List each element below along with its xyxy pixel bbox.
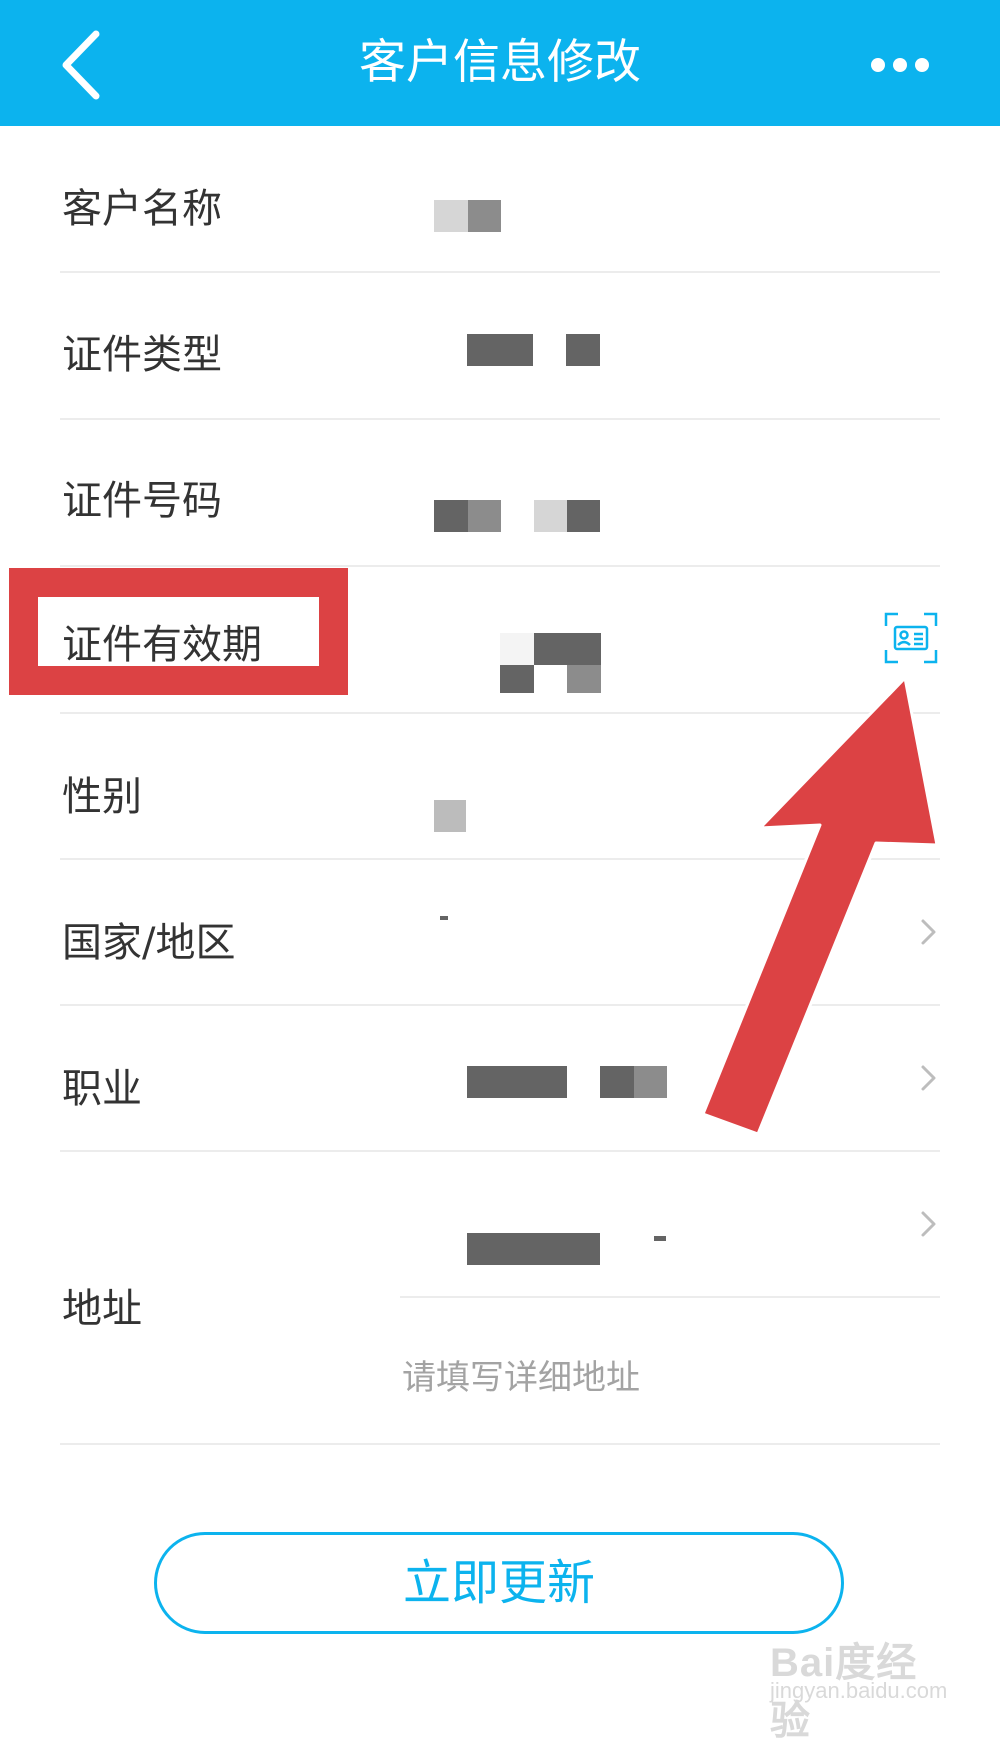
address-divider [400,1296,940,1298]
field-label-id-number: 证件号码 [62,478,222,524]
redacted-block [434,200,468,232]
redacted-block [654,1236,666,1241]
redacted-block [500,665,534,693]
redacted-block [467,1066,567,1098]
row-divider [60,1004,940,1006]
redacted-block [600,1066,634,1098]
redacted-block [468,200,501,232]
field-label-id-validity: 证件有效期 [62,622,262,668]
redacted-block [500,633,534,665]
row-divider [60,1443,940,1445]
watermark-url: jingyan.baidu.com [770,1678,948,1703]
update-now-button[interactable]: 立即更新 [154,1532,844,1634]
row-divider [60,1150,940,1152]
address-detail-input[interactable]: 请填写详细地址 [402,1350,640,1399]
chevron-right-icon[interactable] [918,1209,938,1239]
row-divider [60,271,940,273]
top-bar: 客户信息修改 [0,0,1000,126]
redacted-block [467,334,533,366]
field-label-address: 地址 [62,1286,142,1332]
redacted-block [567,500,600,532]
redacted-block [567,665,601,693]
redacted-block [434,800,466,832]
chevron-right-icon[interactable] [918,917,938,947]
redacted-block [468,500,501,532]
row-divider [60,858,940,860]
watermark: Bai度经验 jingyan.baidu.com [770,1630,950,1743]
redacted-block [534,500,567,532]
page-title: 客户信息修改 [359,35,641,90]
redacted-block [467,1233,600,1265]
redacted-block [434,500,468,532]
redacted-block [440,916,448,920]
more-dots-icon[interactable] [868,50,932,80]
field-label-occupation: 职业 [62,1066,142,1112]
redacted-block [534,633,601,665]
redacted-block [634,1066,667,1098]
chevron-right-icon[interactable] [918,1063,938,1093]
id-card-scan-icon[interactable] [884,612,938,664]
field-label-gender: 性别 [62,774,142,820]
field-label-country-region: 国家/地区 [62,920,236,966]
row-divider [60,418,940,420]
row-divider [60,565,940,567]
field-label-customer-name: 客户名称 [62,186,222,232]
row-divider [60,712,940,714]
field-label-id-type: 证件类型 [62,332,222,378]
redacted-block [566,334,600,366]
